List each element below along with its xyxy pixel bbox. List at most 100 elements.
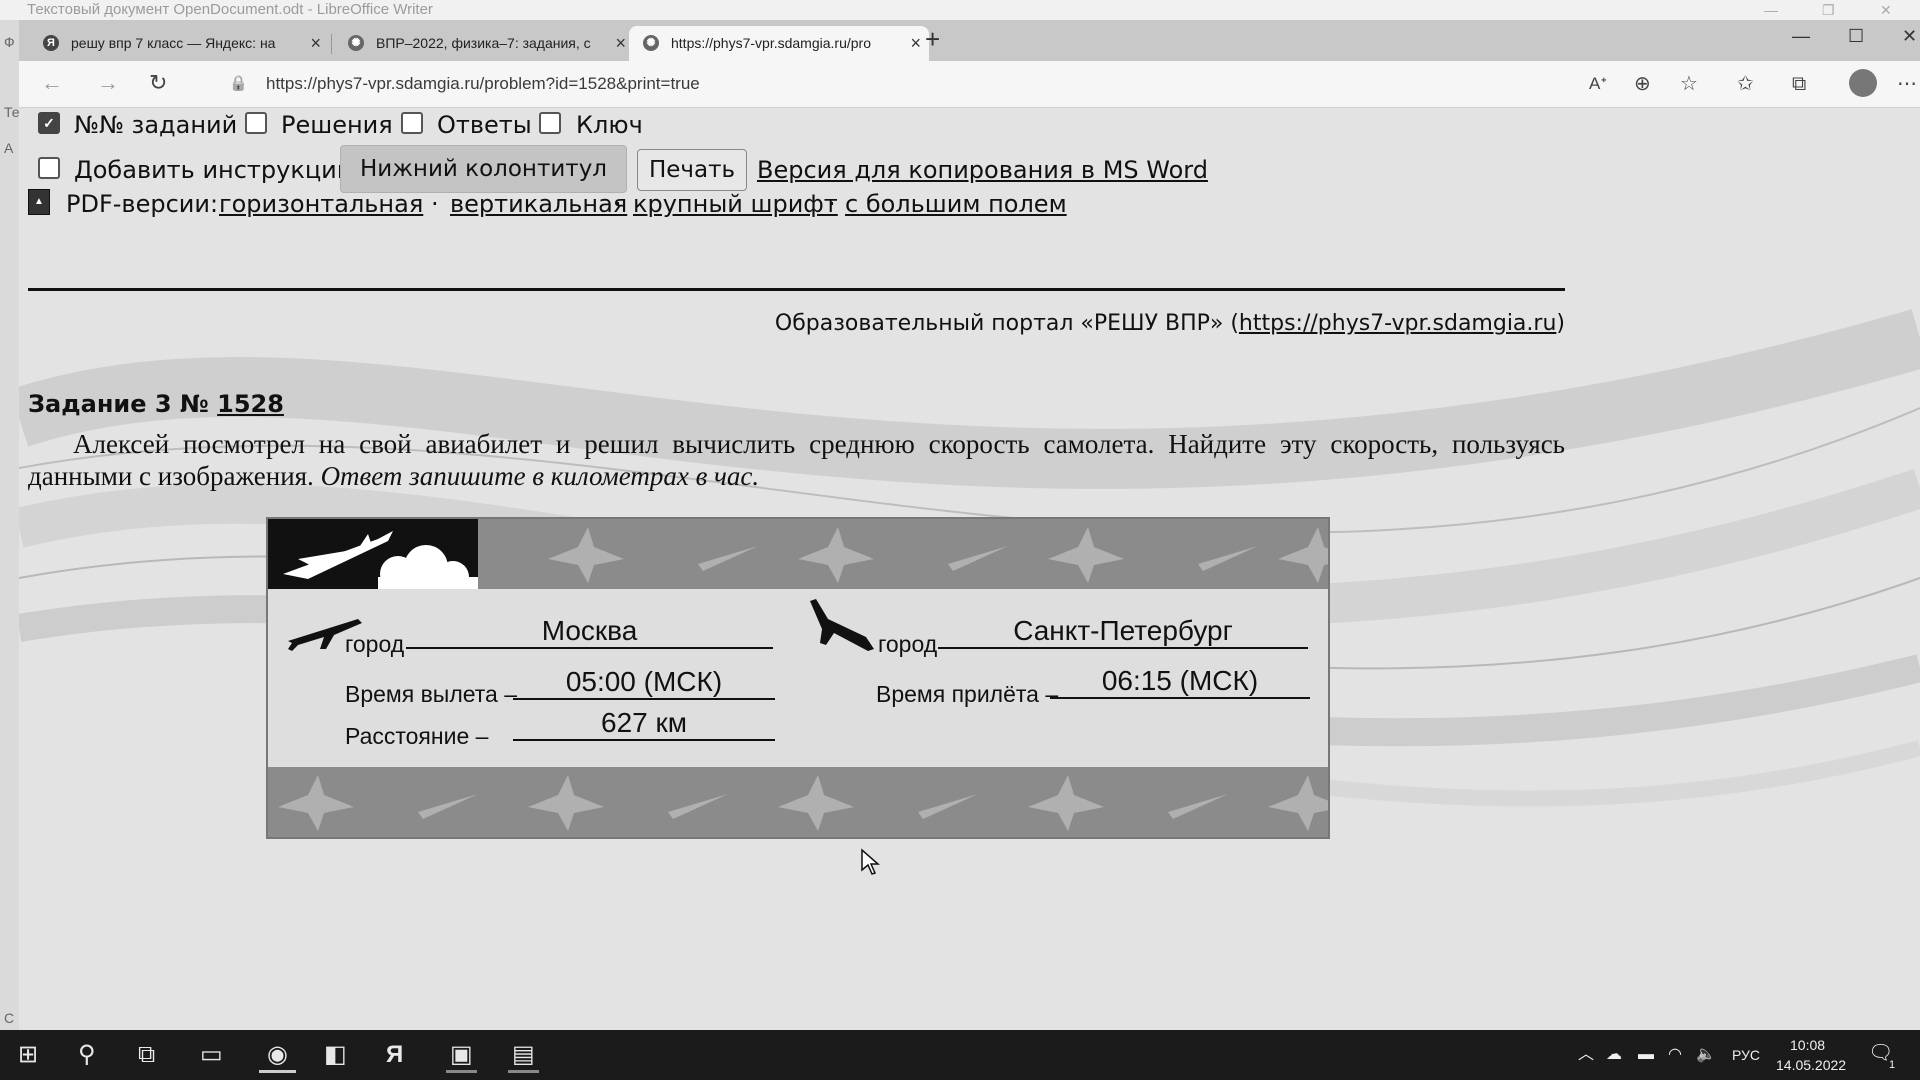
libreoffice-title: Текстовый документ OpenDocument.odt - Li… (27, 1, 433, 18)
tab-vpr-physics[interactable]: ✺ ВПР–2022, физика–7: задания, с × (334, 26, 634, 61)
close-tab-icon[interactable]: × (615, 26, 626, 61)
edge-browser-icon[interactable]: ◉ (259, 1040, 296, 1073)
departure-city: Москва (406, 615, 773, 649)
task-body: Алексей посмотрел на свой авиабилет и ре… (28, 429, 1565, 491)
departure-time: 05:00 (МСК) (513, 666, 775, 700)
tab-yandex[interactable]: Я решу впр 7 класс — Яндекс: на × (29, 26, 329, 61)
key-checkbox[interactable] (539, 112, 561, 134)
browser-tab-bar: Я решу впр 7 класс — Яндекс: на × ✺ ВПР–… (19, 20, 1920, 61)
libreoffice-title-bar: Текстовый документ OpenDocument.odt - Li… (0, 0, 1920, 20)
task-heading-prefix: Задание 3 № (28, 390, 209, 418)
maximize-icon[interactable]: ☐ (1848, 26, 1864, 47)
departure-time-label: Время вылета – (345, 681, 518, 707)
minimize-icon[interactable]: — (1792, 26, 1810, 47)
show-hidden-icons-icon[interactable]: ︿ (1578, 1045, 1594, 1065)
search-icon[interactable]: ⚲ (78, 1040, 96, 1070)
solutions-label: Решения (281, 111, 393, 139)
ticket-bottom-band (268, 767, 1328, 837)
portal-line: Образовательный портал «РЕШУ ВПР» (https… (775, 311, 1565, 336)
portal-link[interactable]: https://phys7-vpr.sdamgia.ru (1239, 311, 1556, 336)
departure-city-label: город (345, 631, 405, 657)
windows-start-icon[interactable]: ⊞ (18, 1040, 38, 1070)
pdf-link-horizontal[interactable]: горизонтальная (219, 190, 423, 218)
arrival-time-label: Время прилёта – (876, 681, 1059, 707)
refresh-icon[interactable]: ↻ (149, 69, 167, 97)
tab-label: решу впр 7 класс — Яндекс: на (71, 35, 276, 51)
task-view-icon[interactable]: ⧉ (138, 1040, 155, 1070)
notification-count: 1 (1889, 1059, 1896, 1071)
lo-side-letter: Ф (4, 34, 15, 50)
lo-minimize-icon[interactable]: — (1764, 0, 1778, 20)
sticky-notes-icon[interactable]: ◧ (324, 1040, 347, 1070)
task-heading: Задание 3 № 1528 (28, 390, 284, 418)
pdf-link-vertical[interactable]: вертикальная (450, 190, 627, 218)
distance-value: 627 км (513, 707, 775, 741)
airline-logo (268, 519, 478, 593)
language-indicator[interactable]: РУС (1732, 1045, 1760, 1065)
address-bar[interactable]: 🔒 https://phys7-vpr.sdamgia.ru/problem?i… (199, 66, 1709, 102)
mouse-cursor-icon (861, 848, 880, 875)
forward-icon[interactable]: → (97, 69, 119, 97)
task-answer-hint: Ответ запишите в километрах в час. (320, 461, 760, 491)
page-content: ✓ №№ заданий Решения Ответы Ключ Добавит… (19, 108, 1920, 1030)
task-numbers-label: №№ заданий (74, 111, 238, 139)
volume-icon[interactable]: 🔈 (1696, 1045, 1716, 1065)
battery-icon[interactable]: ▬ (1638, 1045, 1654, 1065)
answers-checkbox[interactable] (401, 112, 423, 134)
tab-problem-print[interactable]: ✺ https://phys7-vpr.sdamgia.ru/pro × (629, 26, 929, 61)
close-window-icon[interactable]: ✕ (1902, 26, 1917, 47)
libreoffice-writer-icon[interactable]: ▤ (508, 1040, 539, 1073)
yandex-icon: Я (43, 35, 59, 51)
lo-restore-icon[interactable]: ❐ (1822, 0, 1835, 20)
pdf-link-wide-margin[interactable]: с большим полем (845, 190, 1067, 218)
task-number-link[interactable]: 1528 (217, 390, 284, 418)
lo-close-icon[interactable]: ✕ (1880, 0, 1892, 20)
lo-side-letter: Те (4, 104, 20, 120)
read-aloud-icon[interactable]: Aᐩ (1589, 70, 1607, 98)
arrival-plane-icon (810, 599, 874, 651)
pdf-separator: · (431, 190, 439, 218)
pdf-label: PDF-версии: (66, 190, 219, 218)
tab-label: https://phys7-vpr.sdamgia.ru/pro (671, 35, 871, 51)
divider-line (28, 288, 1565, 291)
ticket-top-band (268, 519, 1328, 593)
clock-time[interactable]: 10:08 (1790, 1035, 1825, 1055)
zoom-icon[interactable]: ⊕ (1634, 70, 1651, 98)
distance-label: Расстояние – (345, 723, 489, 749)
tab-label: ВПР–2022, физика–7: задания, с (376, 35, 591, 51)
add-instruction-checkbox[interactable] (38, 157, 60, 179)
collections-icon[interactable]: ⧉ (1792, 70, 1806, 98)
pdf-separator: · (828, 190, 836, 218)
task-numbers-checkbox[interactable]: ✓ (38, 112, 60, 134)
add-favorite-icon[interactable]: ☆ (1680, 70, 1698, 98)
sdamgia-icon: ✺ (348, 35, 364, 51)
plane-cloud-icon (283, 531, 478, 593)
favorites-icon[interactable]: ✩ (1737, 70, 1754, 98)
yandex-browser-icon[interactable]: Я (386, 1040, 403, 1070)
file-explorer-icon[interactable]: ▭ (200, 1040, 223, 1070)
tab-divider (331, 34, 332, 54)
more-icon[interactable]: ⋯ (1897, 70, 1917, 98)
key-label: Ключ (576, 111, 643, 139)
taskbar: ⊞ ⚲ ⧉ ▭ ◉ ◧ Я ▣ ▤ ︿ ☁ ▬ ◠ 🔈 РУС 10:08 14… (0, 1030, 1920, 1080)
onedrive-icon[interactable]: ☁ (1606, 1045, 1622, 1065)
snipping-tool-icon[interactable]: ▣ (446, 1040, 477, 1073)
clock-date[interactable]: 14.05.2022 (1776, 1055, 1846, 1075)
footer-button[interactable]: Нижний колонтитул (340, 145, 627, 193)
pdf-link-large-font[interactable]: крупный шрифт (633, 190, 838, 218)
close-tab-icon[interactable]: × (910, 26, 921, 61)
new-tab-icon[interactable]: + (925, 26, 940, 52)
answers-label: Ответы (437, 111, 532, 139)
ms-word-link[interactable]: Версия для копирования в MS Word (757, 156, 1208, 184)
print-button[interactable]: Печать (637, 149, 747, 191)
profile-avatar[interactable] (1849, 69, 1877, 97)
back-icon[interactable]: ← (41, 69, 63, 97)
close-tab-icon[interactable]: × (310, 26, 321, 61)
sdamgia-icon: ✺ (643, 35, 659, 51)
arrival-city-label: город (878, 631, 938, 657)
lock-icon[interactable]: 🔒 (229, 66, 248, 102)
portal-prefix: Образовательный портал «РЕШУ ВПР» ( (774, 311, 1239, 336)
url-text[interactable]: https://phys7-vpr.sdamgia.ru/problem?id=… (266, 66, 700, 102)
solutions-checkbox[interactable] (245, 112, 267, 134)
wifi-icon[interactable]: ◠ (1668, 1045, 1682, 1065)
